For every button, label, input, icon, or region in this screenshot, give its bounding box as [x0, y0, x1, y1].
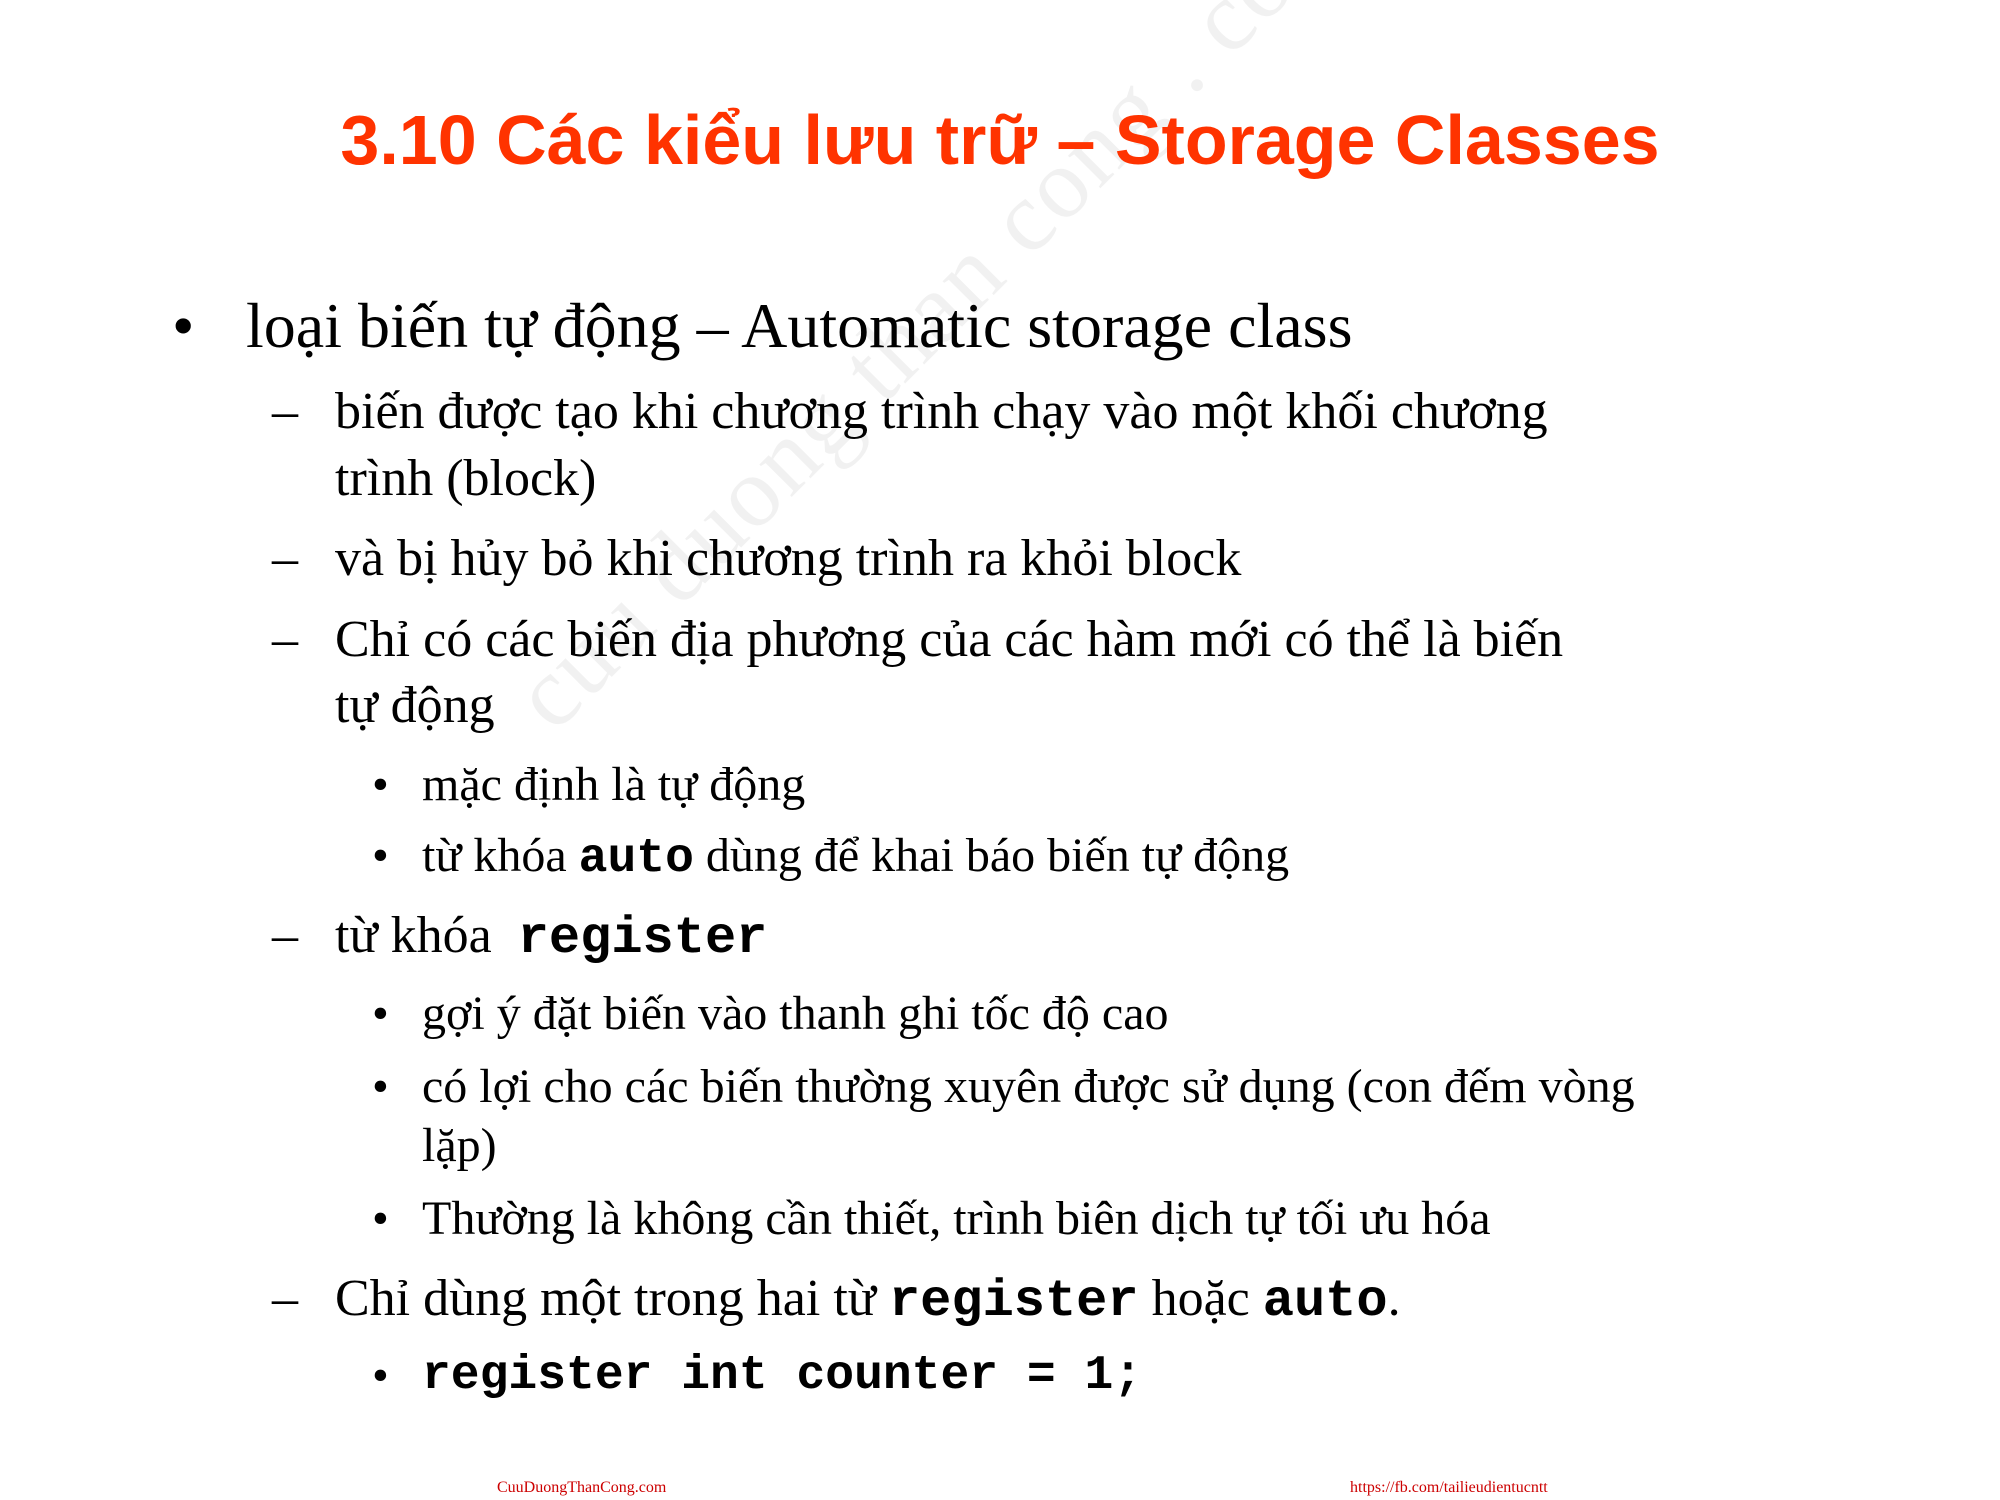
footer-right-link[interactable]: https://fb.com/tailieudientucntt: [1350, 1480, 1548, 1496]
dash-marker: –: [272, 1270, 298, 1327]
subitem-created-in-block-cont: trình (block): [335, 450, 597, 507]
code-register: register: [888, 1272, 1139, 1331]
dash-marker: –: [272, 530, 298, 587]
dash-marker: –: [272, 907, 298, 964]
subsubitem-register-benefit-cont: lặp): [422, 1119, 497, 1172]
text: từ khóa: [422, 829, 579, 882]
subsubitem-register-benefit: có lợi cho các biến thường xuyên được sử…: [422, 1060, 1635, 1113]
dash-marker: –: [272, 611, 298, 668]
bullet-automatic-storage: loại biến tự động – Automatic storage cl…: [246, 290, 1353, 361]
code-example: register int counter = 1;: [422, 1349, 1143, 1403]
code-auto: auto: [578, 832, 694, 886]
subsubitem-default-auto: mặc định là tự động: [422, 758, 806, 811]
subsubitem-auto-keyword: từ khóa auto dùng để khai báo biến tự độ…: [422, 829, 1290, 886]
text: Chỉ dùng một trong hai từ: [335, 1270, 889, 1327]
text: hoặc: [1138, 1270, 1263, 1327]
bullet-marker: •: [372, 758, 389, 811]
subitem-local-variables-cont: tự động: [335, 677, 495, 734]
bullet-marker: •: [172, 290, 195, 361]
subitem-created-in-block: biến được tạo khi chương trình chạy vào …: [335, 383, 1548, 440]
bullet-marker: •: [372, 1060, 389, 1113]
code-register: register: [517, 909, 768, 968]
bullet-marker: •: [372, 829, 389, 882]
text: dùng để khai báo biến tự động: [693, 829, 1290, 882]
subitem-register-or-auto: Chỉ dùng một trong hai từ register hoặc …: [335, 1273, 1401, 1328]
slide-title: 3.10 Các kiểu lưu trữ – Storage Classes: [340, 101, 1660, 179]
bullet-marker: •: [372, 987, 389, 1040]
subitem-local-variables: Chỉ có các biến địa phương của các hàm m…: [335, 611, 1564, 668]
footer-left-link[interactable]: CuuDuongThanCong.com: [497, 1480, 666, 1496]
subitem-destroyed: và bị hủy bỏ khi chương trình ra khỏi bl…: [335, 530, 1242, 587]
bullet-marker: •: [372, 1192, 389, 1245]
subitem-register-keyword: từ khóa register: [335, 910, 767, 965]
code-auto: auto: [1262, 1272, 1388, 1331]
subsubitem-compiler-optimizes: Thường là không cần thiết, trình biên dị…: [422, 1192, 1491, 1245]
subsubitem-register-hint: gợi ý đặt biến vào thanh ghi tốc độ cao: [422, 987, 1169, 1040]
text: từ khóa: [335, 907, 518, 964]
bullet-marker: •: [372, 1349, 389, 1402]
text: .: [1387, 1270, 1401, 1327]
dash-marker: –: [272, 383, 298, 440]
